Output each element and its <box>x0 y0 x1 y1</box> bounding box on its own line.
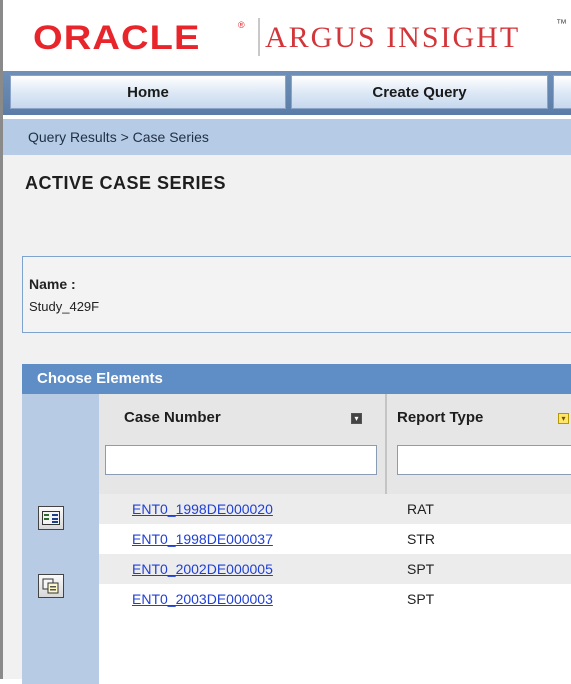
choose-elements-panel: Case Number ▾ Report Type ▾ ENT0_1998DE0… <box>22 394 571 684</box>
tab-create-query[interactable]: Create Query <box>291 75 548 109</box>
column-divider <box>385 394 387 494</box>
report-type-cell: SPT <box>407 561 435 577</box>
case-number-link[interactable]: ENT0_2002DE000005 <box>132 561 273 577</box>
case-grid: Case Number ▾ Report Type ▾ ENT0_1998DE0… <box>99 394 571 684</box>
report-type-cell: RAT <box>407 501 434 517</box>
breadcrumb: Query Results > Case Series <box>3 119 571 155</box>
product-name: ARGUS INSIGHT <box>265 21 521 54</box>
sort-down-icon[interactable]: ▾ <box>558 413 569 424</box>
copy-elements-button[interactable] <box>38 574 64 598</box>
trademark-mark: ™ <box>556 18 567 30</box>
logo-divider <box>258 18 260 56</box>
page-title: ACTIVE CASE SERIES <box>25 173 227 193</box>
table-row[interactable]: ENT0_2003DE000003 SPT <box>99 584 571 614</box>
app-header: ORACLE ® ARGUS INSIGHT ™ <box>3 0 571 70</box>
case-number-link[interactable]: ENT0_1998DE000020 <box>132 501 273 517</box>
choose-elements-header: Choose Elements <box>22 364 571 394</box>
registered-mark: ® <box>238 20 245 30</box>
grid-header: Case Number ▾ Report Type ▾ <box>99 394 571 494</box>
sort-down-icon[interactable]: ▾ <box>351 413 362 424</box>
table-row[interactable]: ENT0_1998DE000020 RAT <box>99 494 571 524</box>
report-type-filter-input[interactable] <box>397 445 571 475</box>
tab-home[interactable]: Home <box>10 75 286 109</box>
report-type-cell: SPT <box>407 591 435 607</box>
main-content: ACTIVE CASE SERIES Name : Study_429F Cho… <box>3 155 571 684</box>
case-number-filter-input[interactable] <box>105 445 377 475</box>
name-label: Name : <box>29 276 76 292</box>
copy-icon <box>42 578 59 594</box>
table-row[interactable]: ENT0_1998DE000037 STR <box>99 524 571 554</box>
oracle-logo: ORACLE <box>33 19 201 57</box>
name-value: Study_429F <box>29 299 100 314</box>
move-list-icon <box>42 511 60 525</box>
tab-next[interactable] <box>553 75 571 109</box>
case-number-link[interactable]: ENT0_1998DE000037 <box>132 531 273 547</box>
column-header-case-number[interactable]: Case Number <box>124 409 221 426</box>
report-type-cell: STR <box>407 531 435 547</box>
column-header-report-type[interactable]: Report Type <box>397 409 483 426</box>
case-number-link[interactable]: ENT0_2003DE000003 <box>132 591 273 607</box>
table-row[interactable]: ENT0_2002DE000005 SPT <box>99 554 571 584</box>
nav-bar: Home Create Query <box>3 71 571 115</box>
case-series-name-panel: Name : Study_429F <box>22 256 571 333</box>
move-elements-button[interactable] <box>38 506 64 530</box>
